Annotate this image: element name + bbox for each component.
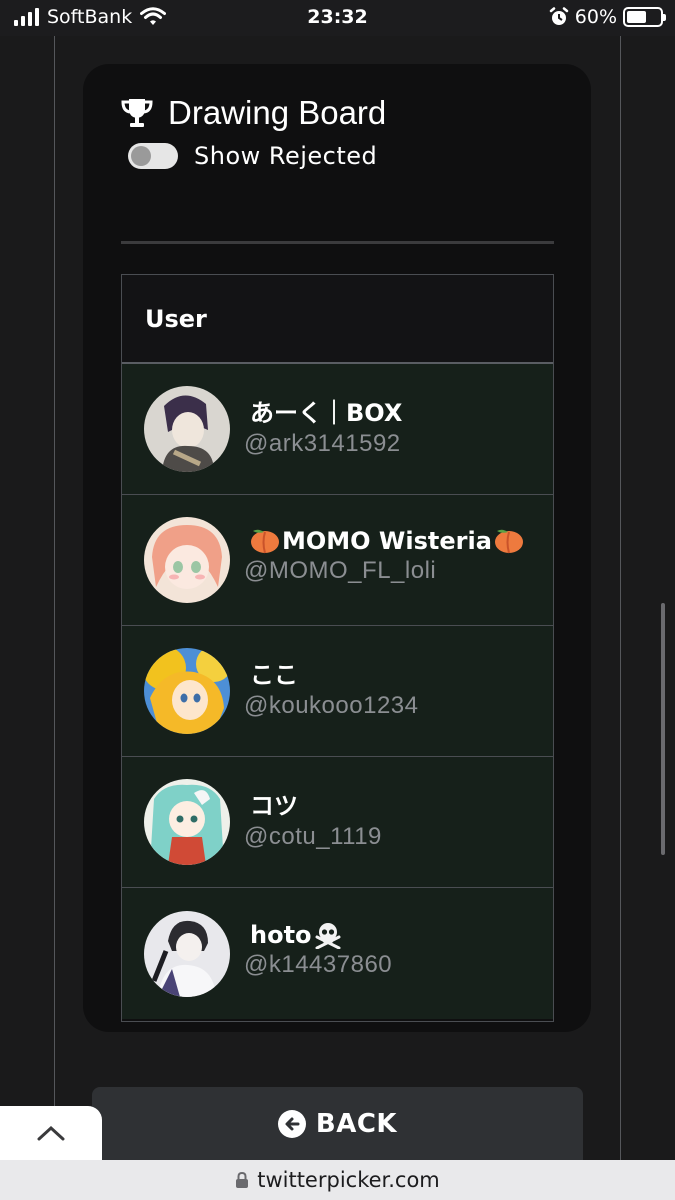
chevron-up-icon — [37, 1125, 65, 1141]
user-name-wrapper: MOMO Wisteria — [250, 527, 524, 555]
table-row[interactable]: コツ @cotu_1119 — [122, 757, 553, 888]
user-table: User あーく｜BOX @ark3141592 MOMO Wisteria @… — [121, 274, 554, 1022]
user-name: あーく｜BOX — [250, 398, 403, 427]
card-header: Drawing Board Show Rejected — [120, 94, 386, 170]
trophy-icon — [121, 99, 153, 127]
peach-emoji-icon — [494, 529, 523, 554]
scrollbar-thumb[interactable] — [661, 603, 665, 855]
skull-crossbones-icon — [315, 922, 341, 949]
avatar[interactable] — [144, 779, 230, 865]
avatar[interactable] — [144, 386, 230, 472]
show-rejected-toggle[interactable] — [128, 143, 178, 169]
toggle-knob — [131, 146, 151, 166]
user-handle: @koukooo1234 — [244, 691, 419, 719]
back-button-label: BACK — [315, 1108, 398, 1139]
column-header-user: User — [145, 304, 207, 333]
status-right: 60% — [549, 6, 666, 28]
user-handle: @MOMO_FL_loli — [244, 557, 437, 584]
user-name: hoto — [250, 920, 312, 949]
arrow-left-circle-icon — [277, 1109, 306, 1138]
back-button[interactable]: BACK — [92, 1087, 583, 1160]
drawing-board-card: Drawing Board Show Rejected User あーく｜BOX… — [83, 64, 591, 1032]
avatar[interactable] — [144, 648, 230, 734]
battery-icon — [623, 7, 666, 27]
table-row[interactable]: MOMO Wisteria @MOMO_FL_loli — [122, 495, 553, 626]
layout-line-right — [620, 36, 621, 1160]
battery-percent: 60% — [574, 6, 617, 28]
table-row[interactable]: あーく｜BOX @ark3141592 — [122, 364, 553, 495]
url-bar[interactable]: twitterpicker.com — [0, 1160, 675, 1200]
peach-emoji-icon — [251, 529, 279, 554]
table-row[interactable]: hoto @k14437860 — [122, 888, 553, 1019]
user-name-wrapper: hoto — [250, 921, 392, 949]
user-handle: @k14437860 — [244, 950, 393, 978]
divider — [121, 241, 554, 244]
avatar[interactable] — [144, 517, 230, 603]
scroll-up-tab[interactable] — [0, 1106, 102, 1160]
user-name: ここ — [250, 660, 298, 689]
user-handle: @ark3141592 — [244, 429, 401, 457]
page-content[interactable]: Drawing Board Show Rejected User あーく｜BOX… — [0, 36, 675, 1160]
layout-line-left — [54, 36, 55, 1160]
alarm-icon — [549, 7, 569, 25]
table-row[interactable]: ここ @koukooo1234 — [122, 626, 553, 757]
page-title: Drawing Board — [168, 94, 387, 131]
user-name: MOMO Wisteria — [282, 527, 492, 555]
status-bar: SoftBank 23:32 60% — [0, 0, 675, 36]
lock-icon — [236, 1171, 249, 1188]
user-name: コツ — [250, 791, 298, 820]
table-header: User — [122, 275, 553, 364]
avatar[interactable] — [144, 910, 230, 997]
user-handle: @cotu_1119 — [244, 822, 382, 850]
url-domain: twitterpicker.com — [257, 1168, 440, 1192]
show-rejected-label: Show Rejected — [194, 142, 378, 170]
